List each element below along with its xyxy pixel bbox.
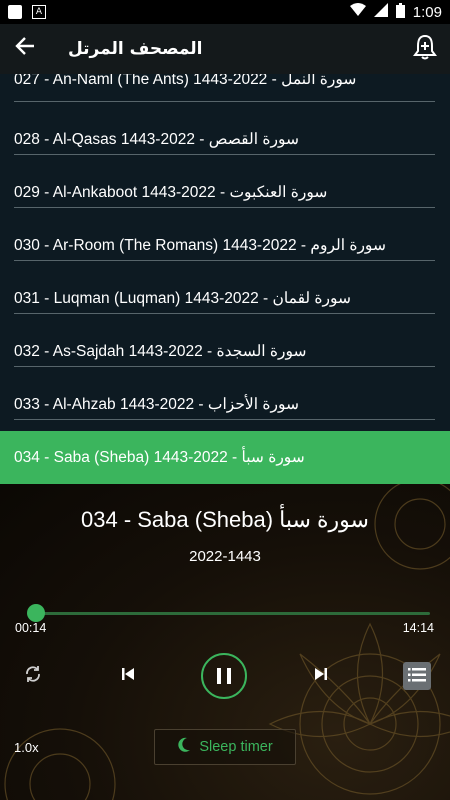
seek-bar[interactable] <box>29 612 430 615</box>
list-item[interactable]: 031 - Luqman (Luqman) 1443-2022 - سورة ل… <box>14 261 435 314</box>
signal-icon <box>373 3 388 21</box>
font-a-icon: A <box>32 5 46 19</box>
list-item[interactable]: 030 - Ar-Room (The Romans) 1443-2022 - س… <box>14 208 435 261</box>
list-item[interactable]: 033 - Al-Ahzab 1443-2022 - سورة الأحزاب <box>14 367 435 420</box>
playback-speed-button[interactable]: 1.0x <box>14 737 54 757</box>
moon-icon <box>177 737 191 757</box>
wifi-icon <box>349 3 366 21</box>
list-item[interactable]: 032 - As-Sajdah 1443-2022 - سورة السجدة <box>14 314 435 367</box>
back-button[interactable] <box>0 35 50 63</box>
page-title: المصحف المرتل <box>68 39 203 59</box>
total-duration: 14:14 <box>402 621 434 635</box>
battery-icon <box>395 2 405 22</box>
notification-icon <box>8 5 22 19</box>
back-arrow-icon <box>14 35 36 63</box>
next-button[interactable] <box>309 664 333 688</box>
skip-previous-icon <box>120 666 136 686</box>
now-playing-subtitle: 2022-1443 <box>189 548 261 565</box>
skip-next-icon <box>313 666 329 686</box>
playlist-icon <box>408 667 426 686</box>
surah-list: 027 - An-Naml (The Ants) 1443-2022 - سور… <box>0 74 450 484</box>
sleep-timer-button[interactable]: Sleep timer <box>154 729 296 765</box>
previous-button[interactable] <box>116 664 140 688</box>
repeat-icon <box>24 665 42 687</box>
app-bar: المصحف المرتل <box>0 24 450 74</box>
list-item[interactable]: 027 - An-Naml (The Ants) 1443-2022 - سور… <box>14 74 435 102</box>
elapsed-time: 00:14 <box>15 621 47 635</box>
list-item[interactable]: 028 - Al-Qasas 1443-2022 - سورة القصص <box>14 102 435 155</box>
add-alarm-button[interactable] <box>410 34 440 64</box>
add-alarm-icon <box>413 34 437 64</box>
seek-thumb[interactable] <box>26 604 45 622</box>
now-playing-title: 034 - Saba (Sheba) سورة سبأ <box>81 507 369 532</box>
sleep-timer-label: Sleep timer <box>199 739 273 755</box>
status-bar: A 1:09 <box>0 0 450 24</box>
status-time: 1:09 <box>412 3 442 21</box>
list-item[interactable]: 029 - Al-Ankaboot 1443-2022 - سورة العنك… <box>14 155 435 208</box>
repeat-button[interactable] <box>21 664 45 688</box>
pause-icon <box>214 668 234 684</box>
pause-button[interactable] <box>201 653 247 699</box>
list-item-active[interactable]: 034 - Saba (Sheba) 1443-2022 - سورة سبأ <box>0 431 450 484</box>
playlist-button[interactable] <box>403 662 431 690</box>
